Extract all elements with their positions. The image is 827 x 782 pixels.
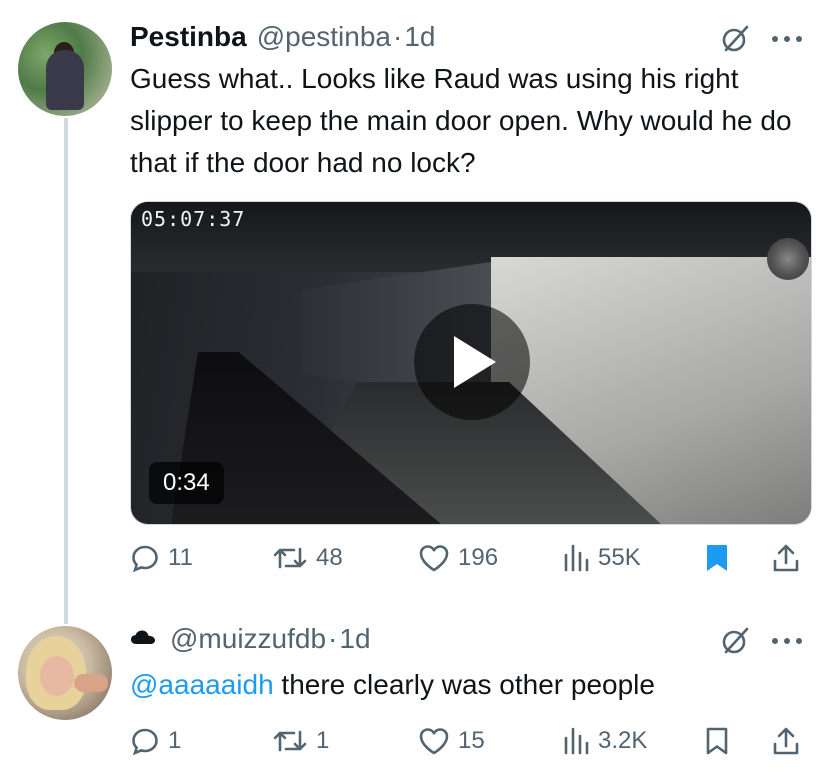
reply-body: there clearly was other people xyxy=(273,669,655,700)
share-icon xyxy=(773,727,799,755)
like-button[interactable]: 196 xyxy=(418,538,498,578)
avatar-face xyxy=(40,656,74,696)
play-icon xyxy=(454,336,496,388)
bookmark-button[interactable] xyxy=(704,721,730,761)
reply-action-bar: 1 1 15 3.2K xyxy=(130,721,810,761)
views-count: 3.2K xyxy=(598,727,648,754)
tweet-text: Guess what.. Looks like Raud was using h… xyxy=(130,63,792,178)
author-handle[interactable]: @pestinba xyxy=(257,21,391,53)
heart-icon xyxy=(419,545,449,572)
share-button[interactable] xyxy=(772,538,800,578)
separator-dot: · xyxy=(328,623,338,654)
reply-icon xyxy=(132,728,158,756)
thread-connector-line xyxy=(64,118,68,624)
repost-button[interactable]: 1 xyxy=(272,721,329,761)
reply-author-handle[interactable]: @muizzufdb xyxy=(170,623,326,655)
more-options-icon[interactable] xyxy=(772,35,802,43)
views-button[interactable]: 55K xyxy=(562,538,641,578)
like-count: 15 xyxy=(458,727,485,754)
cloud-icon xyxy=(131,630,155,644)
grok-icon[interactable] xyxy=(720,626,750,656)
tweet-time[interactable]: 1d xyxy=(404,21,435,53)
grok-icon[interactable] xyxy=(720,24,750,54)
reply-button[interactable]: 11 xyxy=(130,538,193,578)
video-overlay-timestamp: 05:07:37 xyxy=(141,207,246,231)
avatar-figure xyxy=(46,50,84,110)
video-duration-badge: 0:34 xyxy=(149,462,224,504)
more-options-icon[interactable] xyxy=(772,637,802,645)
views-button[interactable]: 3.2K xyxy=(562,721,647,761)
heart-icon xyxy=(419,728,449,755)
views-count: 55K xyxy=(598,544,641,571)
repost-count: 1 xyxy=(316,727,330,754)
reply-button[interactable]: 1 xyxy=(130,721,181,761)
share-icon xyxy=(773,544,799,572)
video-player[interactable]: 05:07:37 0:34 xyxy=(130,201,812,525)
share-button[interactable] xyxy=(772,721,800,761)
muizzufdb-avatar[interactable] xyxy=(18,626,112,720)
reply-count: 11 xyxy=(168,544,193,571)
repost-icon xyxy=(273,730,307,752)
camera-mount xyxy=(767,238,809,280)
reply-mention-link[interactable]: @aaaaaidh xyxy=(130,669,274,700)
tweet-action-bar: 11 48 196 55K xyxy=(130,538,810,578)
repost-button[interactable]: 48 xyxy=(272,538,343,578)
reply-time[interactable]: 1d xyxy=(339,623,370,655)
views-chart-icon xyxy=(564,544,589,572)
separator-dot: · xyxy=(393,21,403,52)
repost-count: 48 xyxy=(316,544,343,571)
repost-icon xyxy=(273,547,307,569)
pestinba-avatar[interactable] xyxy=(18,22,112,116)
avatar-hand xyxy=(74,674,108,692)
reply-text: @aaaaaidh there clearly was other people xyxy=(130,664,800,706)
author-name[interactable]: Pestinba xyxy=(130,21,247,53)
views-chart-icon xyxy=(564,727,589,755)
bookmark-filled-icon xyxy=(707,545,727,571)
tweet-header: Pestinba @pestinba · 1d xyxy=(130,18,435,56)
bookmark-button[interactable] xyxy=(704,538,730,578)
like-count: 196 xyxy=(458,544,499,571)
like-button[interactable]: 15 xyxy=(418,721,485,761)
play-button[interactable] xyxy=(414,304,530,420)
reply-header: @muizzufdb · 1d xyxy=(130,620,371,658)
reply-icon xyxy=(132,545,158,573)
reply-count: 1 xyxy=(168,727,182,754)
bookmark-outline-icon xyxy=(706,727,728,755)
